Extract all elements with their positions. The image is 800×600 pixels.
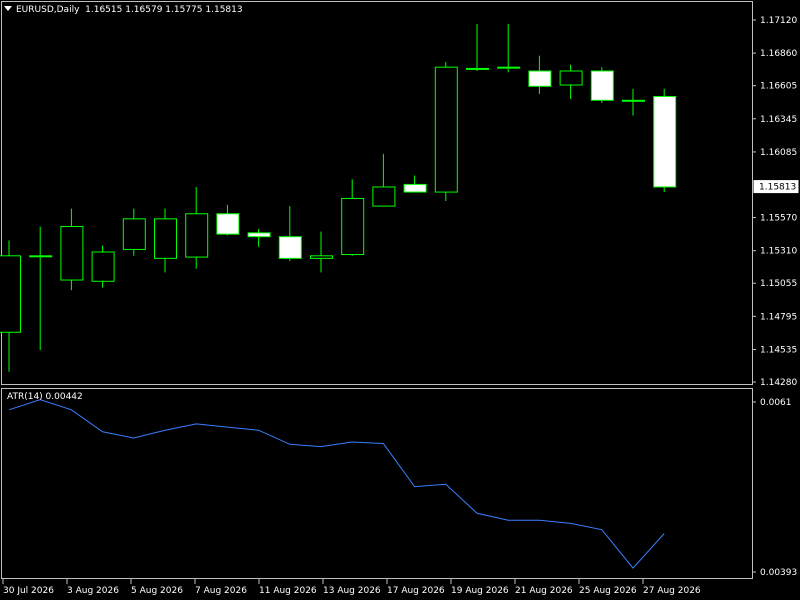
time-tick-label: 21 Aug 2026 bbox=[515, 586, 573, 596]
price-tick-label: 1.16605 bbox=[760, 82, 797, 92]
time-tick-label: 7 Aug 2026 bbox=[195, 586, 247, 596]
time-tick-label: 25 Aug 2026 bbox=[579, 586, 637, 596]
candle-body bbox=[216, 213, 240, 235]
candle-body bbox=[590, 70, 614, 101]
candle-body bbox=[29, 255, 53, 258]
time-tick-label: 27 Aug 2026 bbox=[643, 586, 701, 596]
candle-body bbox=[0, 255, 21, 333]
candle-body bbox=[622, 99, 645, 102]
candle-body bbox=[278, 236, 302, 259]
candle-body bbox=[559, 70, 583, 86]
time-tick-label: 30 Jul 2026 bbox=[3, 586, 54, 596]
time-tick-label: 11 Aug 2026 bbox=[259, 586, 317, 596]
candle-body bbox=[403, 183, 427, 193]
price-tick-label: 1.14280 bbox=[760, 378, 797, 388]
price-tick-label: 1.14795 bbox=[760, 312, 797, 322]
candle-body bbox=[372, 186, 396, 207]
atr-tick-label: 0.0061 bbox=[760, 398, 792, 408]
ohlc-label: 1.16515 1.16579 1.15775 1.15813 bbox=[85, 5, 243, 15]
time-tick-label: 13 Aug 2026 bbox=[323, 586, 381, 596]
price-tick-label: 1.16860 bbox=[760, 49, 797, 59]
candle-body bbox=[310, 255, 333, 259]
atr-header: ATR(14) 0.00442 bbox=[7, 392, 83, 402]
chart-header: EURUSD,Daily 1.16515 1.16579 1.15775 1.1… bbox=[4, 5, 243, 16]
candle-body bbox=[528, 70, 552, 87]
price-tick-label: 1.15570 bbox=[760, 214, 797, 224]
candle-body bbox=[60, 225, 84, 281]
chart-background bbox=[0, 0, 800, 600]
candle-body bbox=[247, 232, 271, 238]
price-tick-label: 1.16345 bbox=[760, 115, 797, 125]
candle-body bbox=[497, 66, 521, 69]
candle-body bbox=[341, 197, 365, 256]
time-tick-label: 3 Aug 2026 bbox=[67, 586, 119, 596]
price-tick-label: 1.15310 bbox=[760, 247, 797, 257]
dropdown-triangle-icon[interactable] bbox=[4, 6, 12, 11]
time-tick-label: 17 Aug 2026 bbox=[387, 586, 445, 596]
candle bbox=[434, 62, 458, 201]
atr-tick-label: 0.00393 bbox=[760, 568, 797, 578]
current-price-marker: 1.15813 bbox=[753, 180, 799, 194]
candle-body bbox=[91, 251, 115, 282]
price-tick-label: 1.15055 bbox=[760, 279, 797, 289]
candle-body bbox=[185, 213, 209, 258]
current-price-label: 1.15813 bbox=[759, 183, 796, 193]
price-tick-label: 1.16085 bbox=[760, 148, 797, 158]
price-tick-label: 1.14535 bbox=[760, 345, 797, 355]
candle-body bbox=[434, 66, 458, 193]
candle-body bbox=[154, 218, 177, 259]
candle-body bbox=[466, 67, 489, 70]
candle bbox=[91, 245, 115, 288]
time-tick-label: 5 Aug 2026 bbox=[131, 586, 183, 596]
candle bbox=[653, 88, 677, 193]
time-tick-label: 19 Aug 2026 bbox=[451, 586, 509, 596]
candle-body bbox=[122, 218, 146, 250]
symbol-label: EURUSD,Daily bbox=[16, 5, 80, 15]
candle bbox=[590, 67, 614, 103]
price-tick-label: 1.17120 bbox=[760, 16, 797, 26]
candle-body bbox=[653, 95, 677, 188]
chart-canvas[interactable]: 1.17120 1.16860 1.16605 1.16345 1.16085 1.155… bbox=[0, 0, 800, 600]
